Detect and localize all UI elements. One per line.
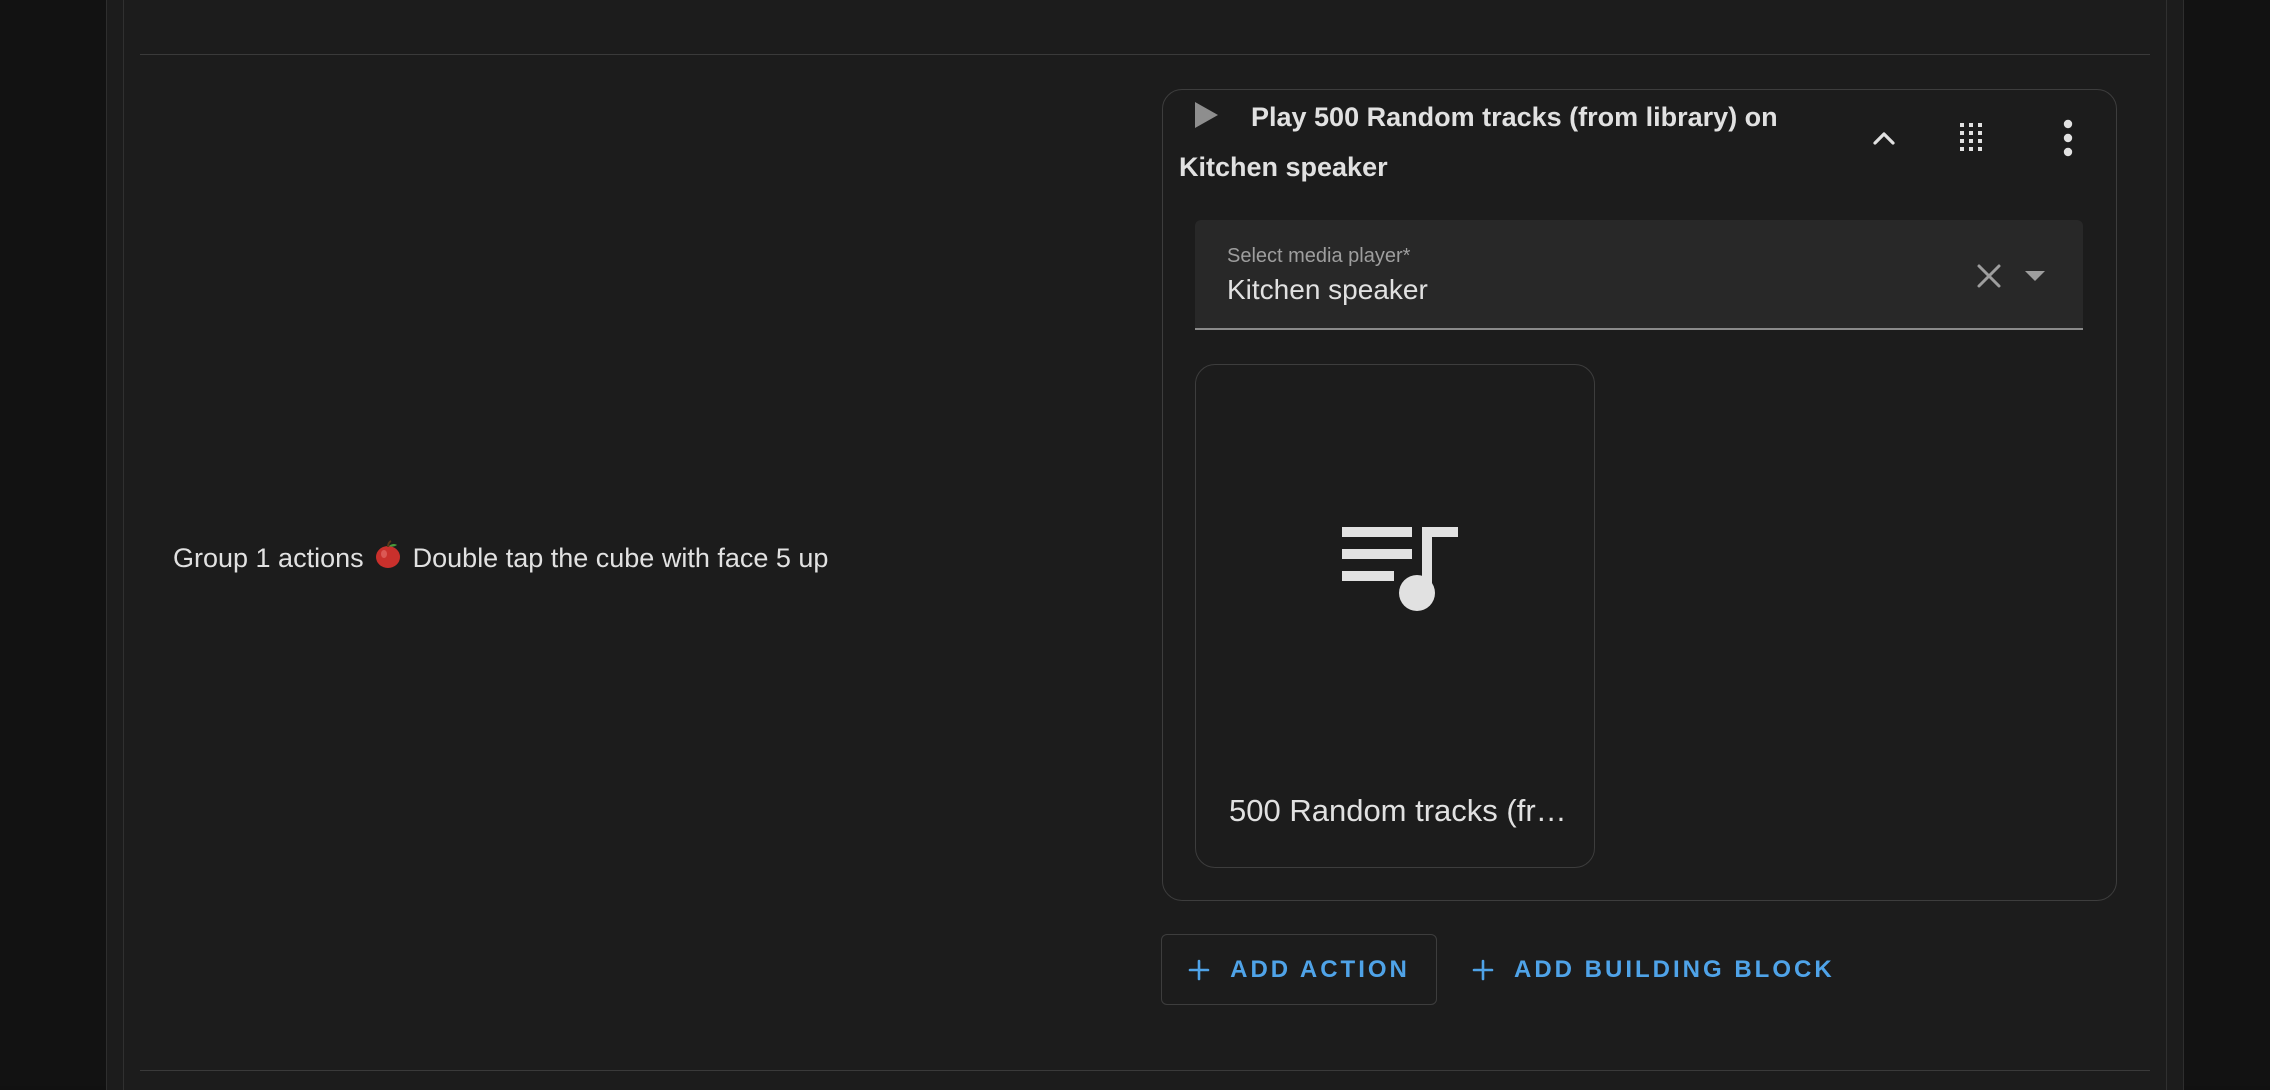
- group-label-prefix: Group 1 actions: [173, 543, 364, 573]
- divider: [140, 54, 2150, 55]
- chevron-up-icon: [1873, 132, 1895, 145]
- divider: [140, 1070, 2150, 1071]
- dropdown-arrow-icon: [2025, 271, 2045, 281]
- close-icon: [1977, 264, 2001, 288]
- apple-icon: [376, 540, 401, 568]
- select-label: Select media player*: [1227, 245, 1411, 267]
- more-options-button[interactable]: [2038, 108, 2098, 168]
- more-vertical-icon: [2063, 119, 2073, 157]
- collapse-button[interactable]: [1854, 108, 1914, 168]
- drag-handle-button[interactable]: [1941, 108, 2001, 168]
- plus-icon: [1472, 959, 1494, 980]
- left-gutter: [0, 0, 106, 1086]
- media-item-card[interactable]: 500 Random tracks (from library): [1195, 364, 1595, 868]
- playlist-music-icon: [1342, 527, 1458, 611]
- add-building-block-button[interactable]: ADD BUILDING BLOCK: [1460, 934, 1847, 1005]
- action-title[interactable]: Play 500 Random tracks (from library) on…: [1179, 92, 1799, 192]
- clear-selection-button[interactable]: [1971, 258, 2007, 294]
- drag-handle-icon: [1960, 123, 1982, 151]
- media-player-select[interactable]: Select media player* Kitchen speaker: [1195, 220, 2083, 330]
- media-item-title: 500 Random tracks (from library): [1229, 793, 1569, 828]
- add-building-block-label: ADD BUILDING BLOCK: [1514, 955, 1835, 983]
- add-action-label: ADD ACTION: [1230, 955, 1410, 983]
- group-label: Group 1 actions Double tap the cube with…: [173, 540, 828, 574]
- dropdown-toggle[interactable]: [2017, 258, 2053, 294]
- right-gutter: [2184, 0, 2270, 1086]
- plus-icon: [1188, 959, 1210, 980]
- add-action-button[interactable]: ADD ACTION: [1161, 934, 1437, 1005]
- page: Group 1 actions Double tap the cube with…: [0, 0, 2270, 1090]
- select-value: Kitchen speaker: [1227, 274, 1428, 305]
- group-label-suffix: Double tap the cube with face 5 up: [412, 543, 829, 573]
